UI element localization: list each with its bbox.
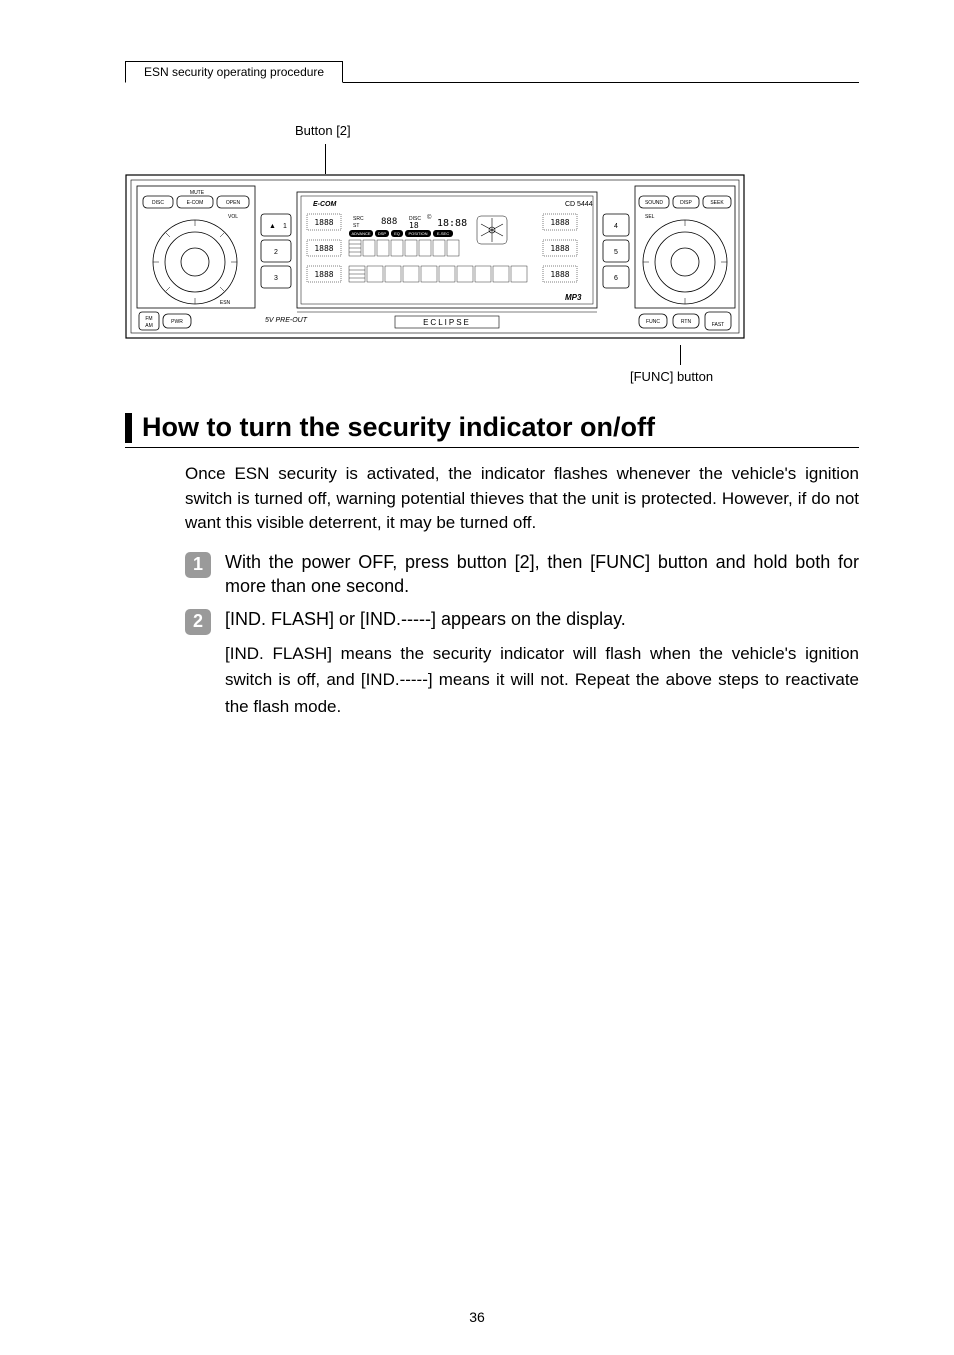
- section-bar-icon: [125, 413, 132, 443]
- label-fm: FM: [145, 316, 152, 322]
- label-esec: E-SEC: [437, 231, 449, 236]
- label-esn: ESN: [220, 300, 231, 306]
- label-sound: SOUND: [645, 200, 663, 206]
- page-number: 36: [0, 1309, 954, 1325]
- page: ESN security operating procedure Button …: [0, 0, 954, 1355]
- callout-func-button: [FUNC] button: [630, 369, 859, 384]
- label-disc: DISC: [152, 200, 164, 206]
- svg-text:©: ©: [427, 214, 432, 221]
- step-number-badge: 1: [185, 552, 211, 578]
- callout-line-top: [325, 144, 326, 174]
- label-preset-4: 4: [614, 223, 618, 230]
- label-rtn: RTN: [681, 319, 692, 325]
- label-disp: DISP: [680, 200, 692, 206]
- seg-row1-left: 1888: [314, 218, 333, 227]
- label-seek: SEEK: [710, 200, 724, 206]
- seg-row2-right: 1888: [550, 244, 569, 253]
- car-stereo-illustration: MUTE DISC E-COM OPEN VOL ESN FM AM: [125, 174, 745, 339]
- label-preout: 5V PRE-OUT: [265, 317, 308, 324]
- label-brand: ECLIPSE: [423, 318, 471, 327]
- spectrum-row3: [349, 266, 527, 282]
- label-open: OPEN: [226, 200, 241, 206]
- callout-line-bottom: [680, 345, 681, 365]
- label-mp3: MP3: [565, 293, 582, 302]
- seg-clock: 18:88: [437, 218, 467, 229]
- label-sel: SEL: [645, 214, 655, 220]
- seg-row3-left: 1888: [314, 270, 333, 279]
- device-diagram: Button [2] MUTE DISC E-COM OPEN VOL: [125, 123, 859, 384]
- eject-icon: ▲: [269, 223, 276, 230]
- label-preset-6: 6: [614, 275, 618, 282]
- label-src: SRC: [353, 216, 364, 222]
- label-advance: ADVANCE: [351, 231, 370, 236]
- label-ecom: E-COM: [187, 200, 204, 206]
- label-preset-2: 2: [274, 249, 278, 256]
- label-fast: FAST: [712, 322, 725, 328]
- label-vol: VOL: [228, 214, 238, 220]
- callout-button-2: Button [2]: [295, 123, 859, 138]
- label-pwr: PWR: [171, 319, 183, 325]
- label-model: CD 5444: [565, 201, 593, 208]
- label-am: AM: [145, 323, 153, 329]
- label-preset-3: 3: [274, 275, 278, 282]
- step-1-text: With the power OFF, press button [2], th…: [225, 550, 859, 599]
- step-1: 1 With the power OFF, press button [2], …: [185, 550, 859, 599]
- seg-src: 888: [381, 217, 397, 227]
- label-position: POSITION: [408, 231, 427, 236]
- seg-row3-right: 1888: [550, 270, 569, 279]
- step-2: 2 [IND. FLASH] or [IND.-----] appears on…: [185, 607, 859, 720]
- step-2-text: [IND. FLASH] or [IND.-----] appears on t…: [225, 607, 859, 631]
- header-tab: ESN security operating procedure: [125, 61, 343, 83]
- label-preset-1: 1: [283, 223, 287, 230]
- section-heading: How to turn the security indicator on/of…: [125, 412, 859, 448]
- label-func: FUNC: [646, 319, 660, 325]
- step-2-detail: [IND. FLASH] means the security indicato…: [225, 641, 859, 720]
- label-eq: EQ: [394, 231, 400, 236]
- preset-col-left: ▲ 1 2 3: [261, 214, 291, 288]
- label-mute: MUTE: [190, 190, 205, 196]
- label-preset-5: 5: [614, 249, 618, 256]
- label-st: ST: [353, 223, 359, 229]
- seg-disc: 18: [409, 221, 419, 230]
- section-intro: Once ESN security is activated, the indi…: [185, 462, 859, 536]
- label-ecom-logo: E-COM: [313, 201, 337, 208]
- header-rule: ESN security operating procedure: [125, 60, 859, 83]
- section-title: How to turn the security indicator on/of…: [142, 412, 655, 443]
- step-number-badge: 2: [185, 609, 211, 635]
- label-dsp: DSP: [378, 231, 387, 236]
- seg-row2-left: 1888: [314, 244, 333, 253]
- seg-row1-right: 1888: [550, 218, 569, 227]
- preset-col-right: 4 5 6: [603, 214, 629, 288]
- spectrum-row2: [349, 240, 459, 256]
